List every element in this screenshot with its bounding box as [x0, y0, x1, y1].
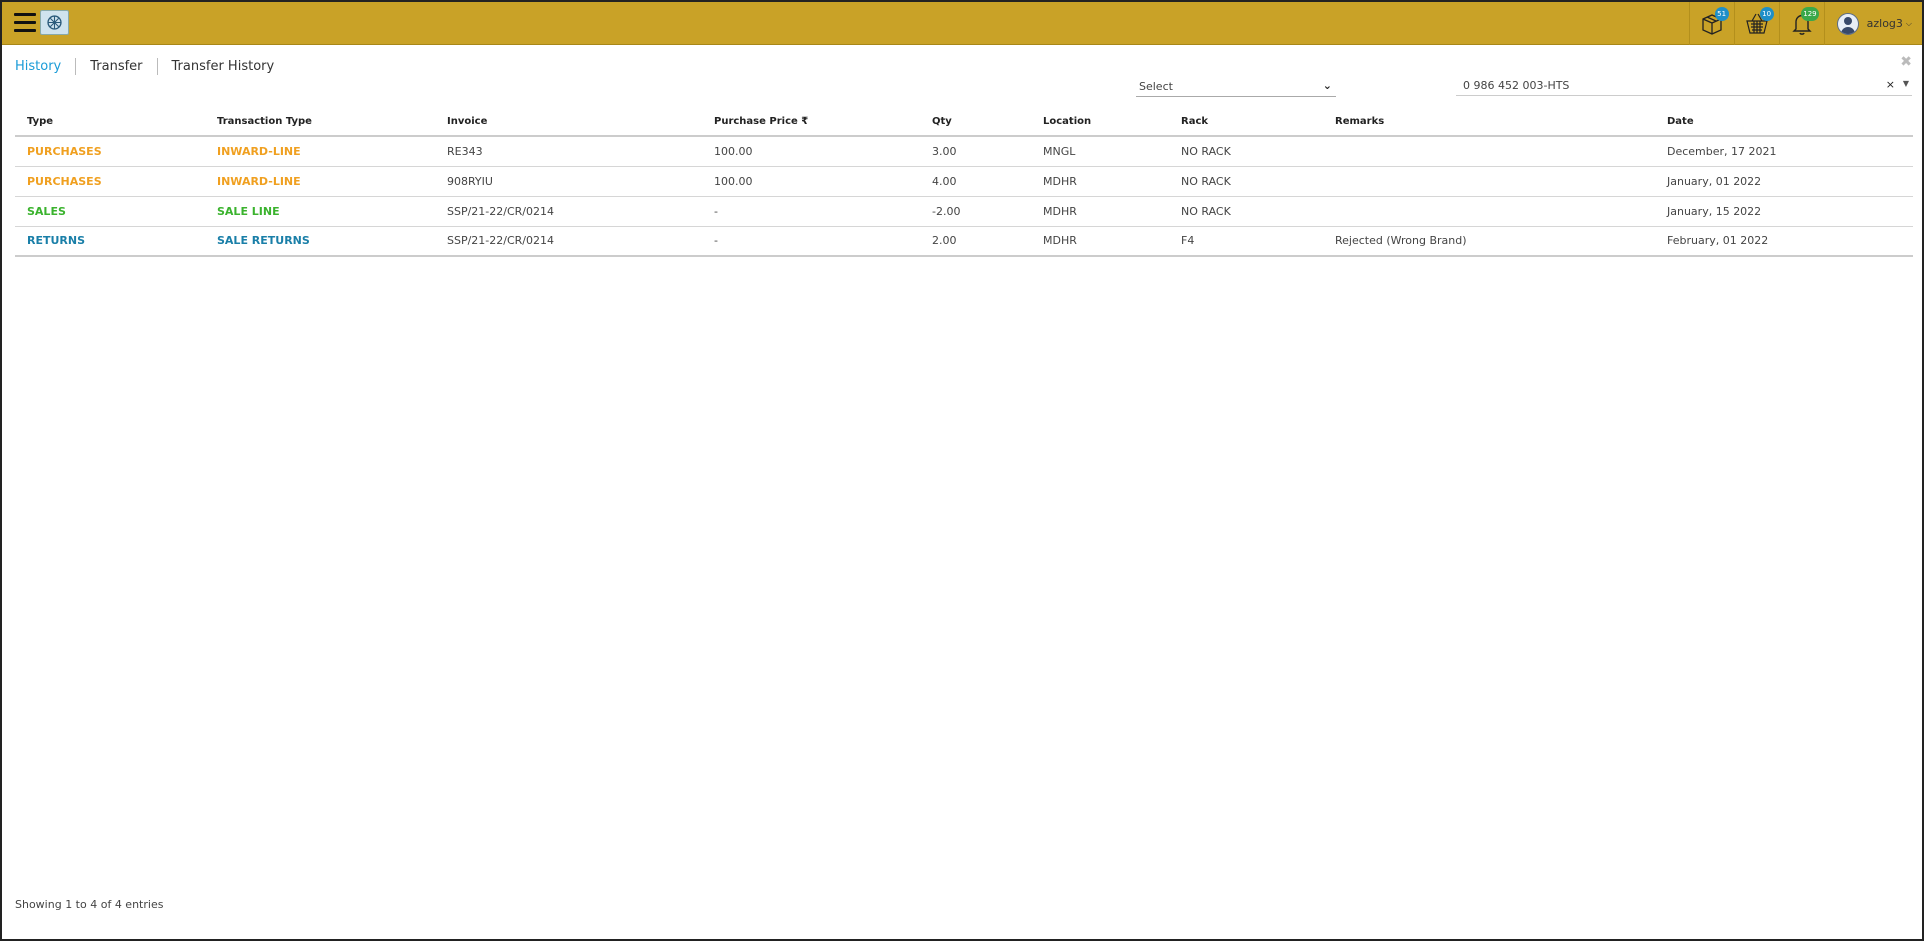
location-select[interactable]: Select ⌄	[1136, 78, 1336, 97]
item-select[interactable]: 0 986 452 003-HTS × ▼	[1456, 77, 1912, 96]
cell-location: MDHR	[1031, 196, 1169, 227]
user-menu[interactable]: azlog3 ⌵	[1823, 2, 1922, 45]
cell-qty: 4.00	[920, 166, 1031, 197]
cell-rack: NO RACK	[1169, 196, 1323, 227]
table-row[interactable]: SALES SALE LINE SSP/21-22/CR/0214 - -2.0…	[15, 196, 1913, 227]
col-remarks[interactable]: Remarks	[1323, 108, 1655, 137]
cell-transaction-type: SALE RETURNS	[205, 226, 435, 257]
col-location[interactable]: Location	[1031, 108, 1169, 137]
table-row[interactable]: RETURNS SALE RETURNS SSP/21-22/CR/0214 -…	[15, 226, 1913, 257]
bell-icon[interactable]: 129	[1778, 2, 1824, 45]
chevron-down-icon: ⌄	[1322, 79, 1332, 92]
col-type[interactable]: Type	[15, 108, 205, 137]
dropdown-arrow-icon[interactable]: ▼	[1903, 79, 1909, 88]
entries-info: Showing 1 to 4 of 4 entries	[15, 898, 164, 911]
basket-badge: 10	[1759, 7, 1774, 21]
bell-badge: 129	[1801, 7, 1819, 21]
cell-transaction-type: SALE LINE	[205, 196, 435, 227]
tab-bar: History Transfer Transfer History	[15, 58, 274, 75]
menu-icon[interactable]	[14, 13, 36, 33]
cell-location: MDHR	[1031, 166, 1169, 197]
cell-invoice: SSP/21-22/CR/0214	[435, 226, 702, 257]
cell-date: January, 01 2022	[1655, 166, 1913, 197]
tab-divider	[75, 58, 77, 75]
item-select-value: 0 986 452 003-HTS	[1463, 79, 1570, 92]
chevron-down-icon: ⌵	[1905, 18, 1912, 28]
cell-remarks: Rejected (Wrong Brand)	[1323, 226, 1655, 257]
cell-transaction-type: INWARD-LINE	[205, 166, 435, 197]
cell-date: December, 17 2021	[1655, 136, 1913, 167]
clear-icon[interactable]: ×	[1886, 78, 1895, 91]
cell-qty: 3.00	[920, 136, 1031, 167]
cell-invoice: RE343	[435, 136, 702, 167]
cell-type: PURCHASES	[15, 166, 205, 197]
tab-transfer-history[interactable]: Transfer History	[172, 59, 275, 74]
col-qty[interactable]: Qty	[920, 108, 1031, 137]
col-invoice[interactable]: Invoice	[435, 108, 702, 137]
cell-qty: 2.00	[920, 226, 1031, 257]
cell-date: January, 15 2022	[1655, 196, 1913, 227]
cell-remarks	[1323, 166, 1655, 197]
cell-remarks	[1323, 136, 1655, 167]
cell-type: SALES	[15, 196, 205, 227]
cell-invoice: SSP/21-22/CR/0214	[435, 196, 702, 227]
cell-location: MNGL	[1031, 136, 1169, 167]
basket-icon[interactable]: 10	[1733, 2, 1779, 45]
package-badge: 51	[1714, 7, 1729, 21]
cell-date: February, 01 2022	[1655, 226, 1913, 257]
app-logo[interactable]	[40, 10, 69, 35]
table-row[interactable]: PURCHASES INWARD-LINE RE343 100.00 3.00 …	[15, 136, 1913, 167]
cell-rack: NO RACK	[1169, 166, 1323, 197]
cell-type: RETURNS	[15, 226, 205, 257]
close-icon[interactable]: ✖	[1900, 54, 1912, 70]
username: azlog3	[1866, 17, 1903, 30]
cell-rack: F4	[1169, 226, 1323, 257]
cell-price: 100.00	[702, 166, 920, 197]
cell-price: -	[702, 226, 920, 257]
cell-transaction-type: INWARD-LINE	[205, 136, 435, 167]
top-navbar: 51 10 129 azlog3 ⌵	[2, 2, 1922, 45]
cell-remarks	[1323, 196, 1655, 227]
cell-invoice: 908RYIU	[435, 166, 702, 197]
cell-qty: -2.00	[920, 196, 1031, 227]
cell-price: 100.00	[702, 136, 920, 167]
col-rack[interactable]: Rack	[1169, 108, 1323, 137]
col-purchase-price[interactable]: Purchase Price ₹	[702, 108, 920, 137]
location-select-value: Select	[1139, 80, 1173, 93]
history-table: Type Transaction Type Invoice Purchase P…	[15, 108, 1913, 257]
avatar	[1836, 12, 1859, 35]
cell-rack: NO RACK	[1169, 136, 1323, 167]
col-date[interactable]: Date	[1655, 108, 1913, 137]
col-transaction-type[interactable]: Transaction Type	[205, 108, 435, 137]
tab-history[interactable]: History	[15, 59, 61, 74]
table-header-row: Type Transaction Type Invoice Purchase P…	[15, 108, 1913, 137]
cell-type: PURCHASES	[15, 136, 205, 167]
tab-transfer[interactable]: Transfer	[90, 59, 142, 74]
table-row[interactable]: PURCHASES INWARD-LINE 908RYIU 100.00 4.0…	[15, 166, 1913, 197]
cell-location: MDHR	[1031, 226, 1169, 257]
tab-divider	[156, 58, 158, 75]
package-icon[interactable]: 51	[1688, 2, 1734, 45]
cell-price: -	[702, 196, 920, 227]
app-window: 51 10 129 azlog3 ⌵ History Transfer Tran…	[0, 0, 1924, 941]
